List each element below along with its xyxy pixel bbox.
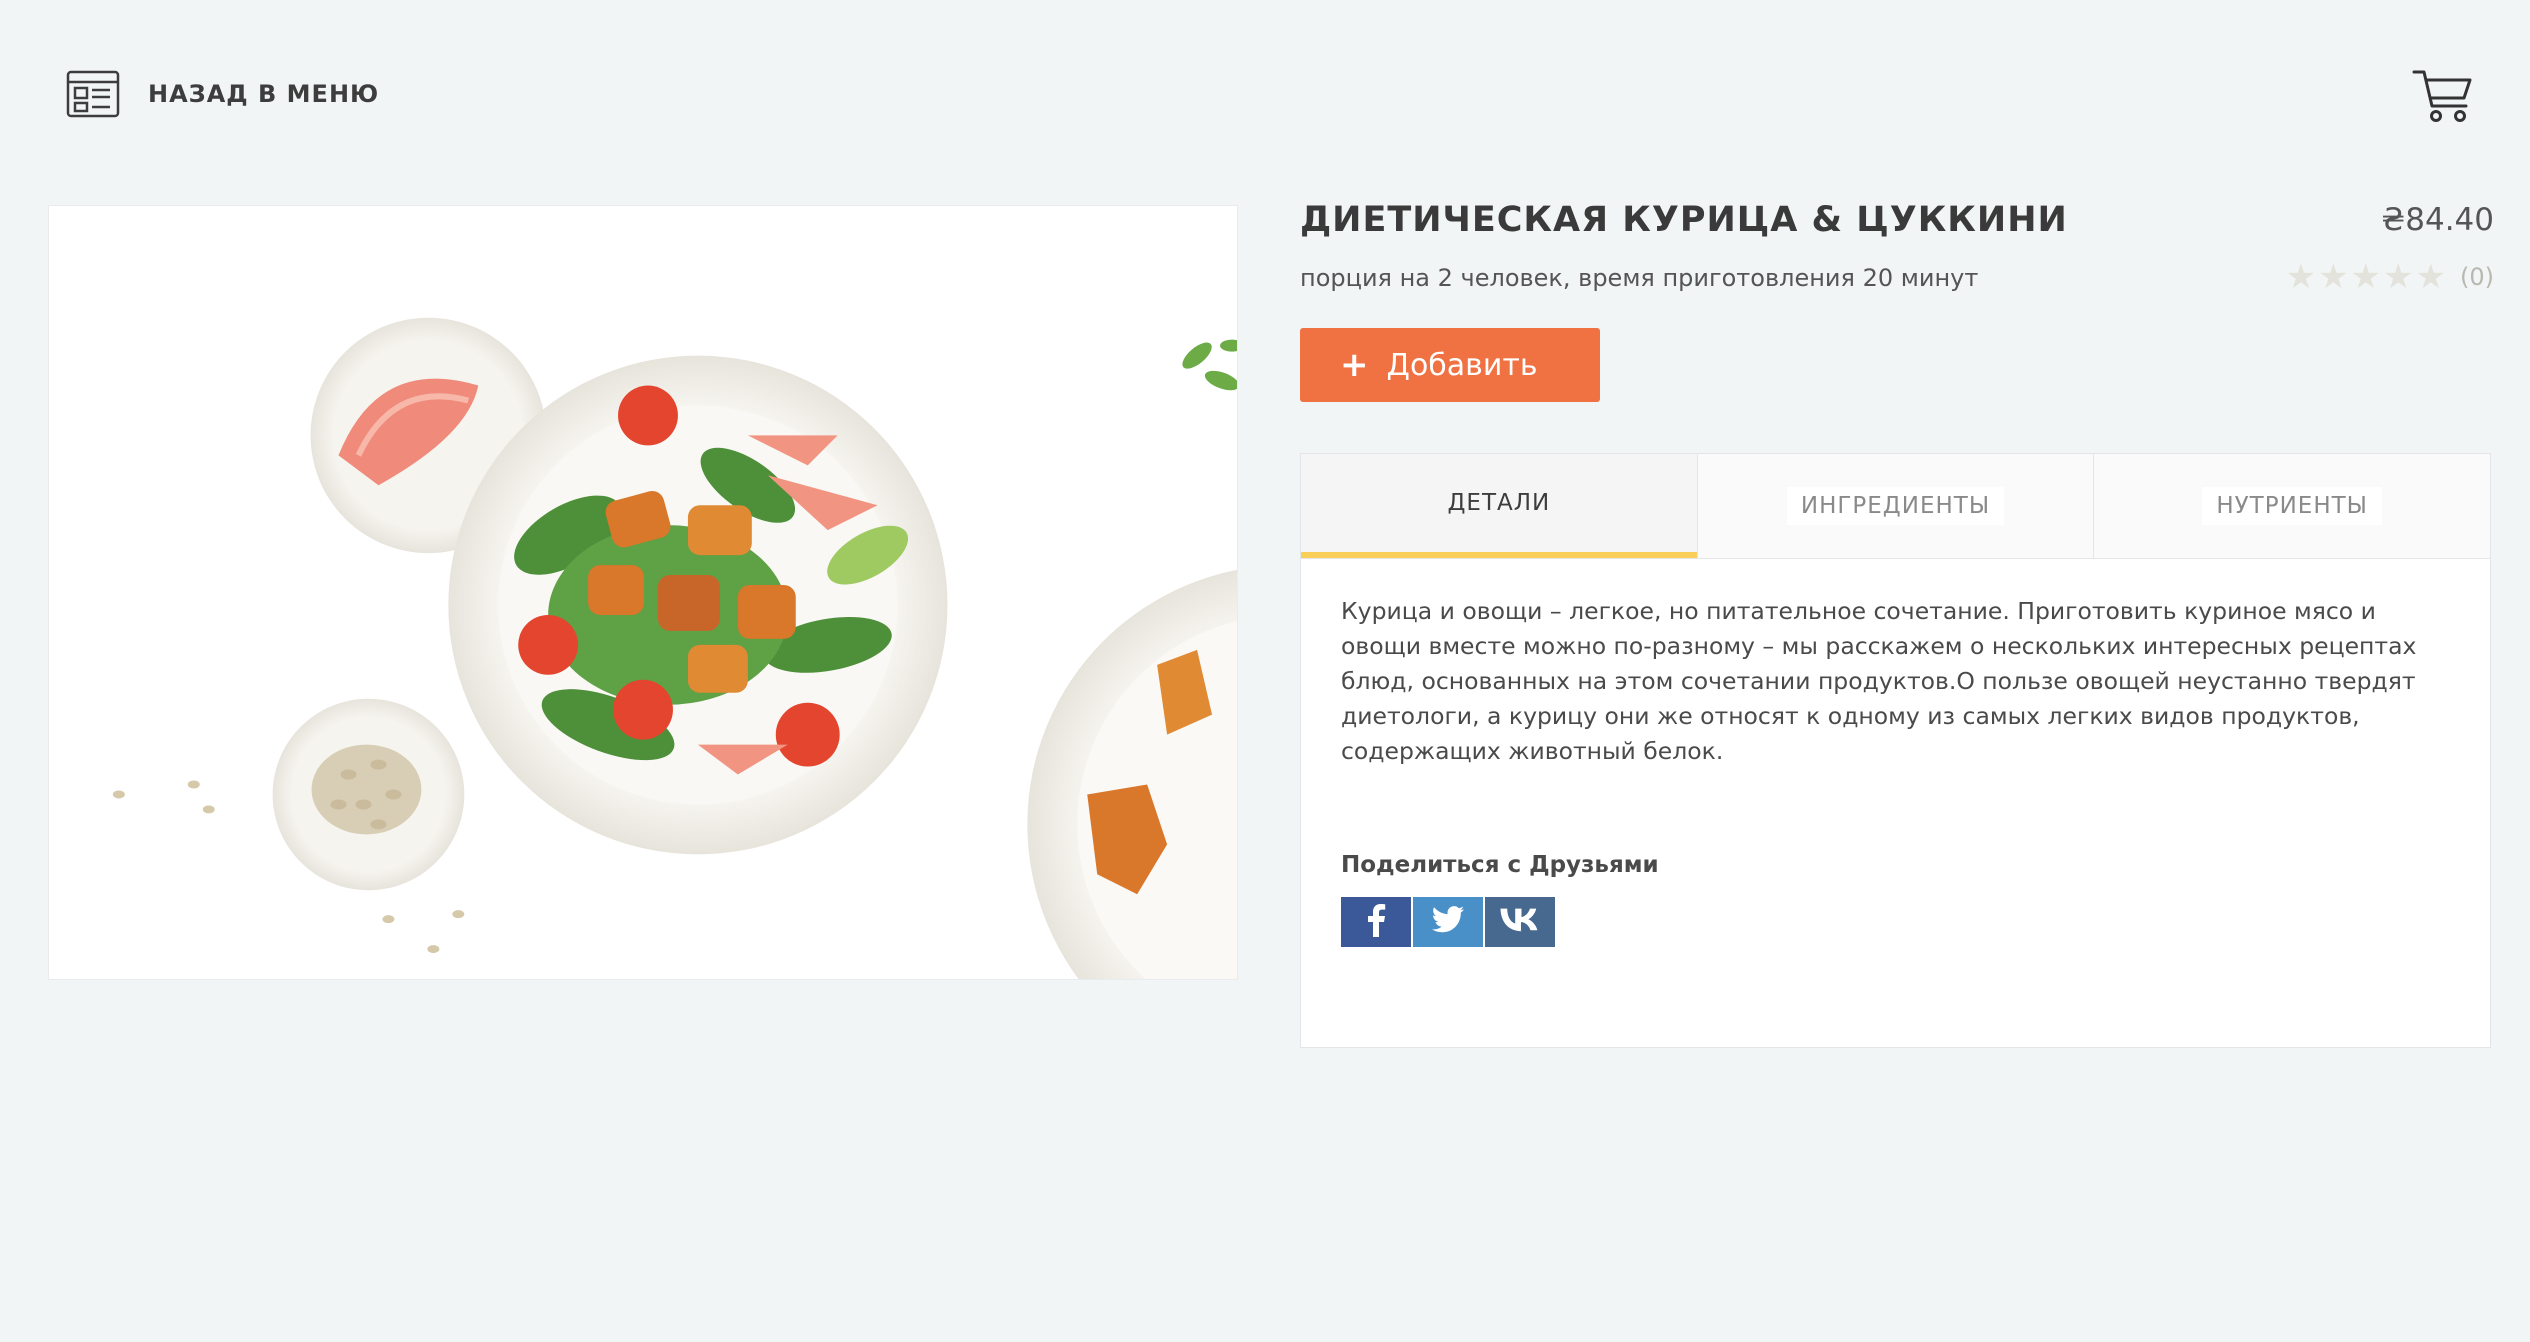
tab-nutrients-label: НУТРИЕНТЫ	[2202, 487, 2382, 525]
add-button-label: Добавить	[1386, 347, 1538, 383]
tab-details-label: ДЕТАЛИ	[1447, 490, 1551, 516]
twitter-icon	[1431, 906, 1465, 938]
product-title: ДИЕТИЧЕСКАЯ КУРИЦА & ЦУККИНИ	[1300, 200, 2068, 240]
twitter-share-button[interactable]	[1413, 897, 1483, 947]
product-info-panel: ДЕТАЛИ ИНГРЕДИЕНТЫ НУТРИЕНТЫ Курица и ов…	[1300, 453, 2491, 1048]
tab-bar: ДЕТАЛИ ИНГРЕДИЕНТЫ НУТРИЕНТЫ	[1301, 454, 2491, 559]
star-icon[interactable]: ★	[2351, 260, 2381, 294]
rating[interactable]: ★ ★ ★ ★ ★ (0)	[2284, 260, 2494, 294]
product-subtitle: порция на 2 человек, время приготовления…	[1300, 264, 1979, 292]
menu-list-icon	[66, 70, 120, 118]
product-description: Курица и овощи – легкое, но питательное …	[1341, 597, 2417, 765]
product-photo	[48, 205, 1238, 980]
facebook-icon	[1365, 903, 1387, 941]
rating-count: (0)	[2460, 263, 2494, 291]
add-to-cart-button[interactable]: + Добавить	[1300, 328, 1600, 402]
star-icon[interactable]: ★	[2318, 260, 2348, 294]
star-icon[interactable]: ★	[2416, 260, 2446, 294]
back-to-menu-label: НАЗАД В МЕНЮ	[148, 80, 380, 108]
share-buttons	[1341, 897, 1557, 947]
tab-nutrients[interactable]: НУТРИЕНТЫ	[2093, 454, 2491, 558]
top-bar: НАЗАД В МЕНЮ	[0, 0, 2530, 190]
plus-icon: +	[1340, 345, 1369, 385]
vk-share-button[interactable]	[1485, 897, 1555, 947]
tab-ingredients-label: ИНГРЕДИЕНТЫ	[1786, 487, 2005, 525]
star-icon[interactable]: ★	[2286, 260, 2316, 294]
share-title: Поделиться с Друзьями	[1341, 852, 1659, 878]
vk-icon	[1500, 908, 1540, 936]
tab-ingredients[interactable]: ИНГРЕДИЕНТЫ	[1696, 454, 2094, 558]
facebook-share-button[interactable]	[1341, 897, 1411, 947]
back-to-menu-link[interactable]: НАЗАД В МЕНЮ	[66, 70, 379, 118]
shopping-cart-icon[interactable]	[2412, 66, 2474, 126]
star-icon[interactable]: ★	[2383, 260, 2413, 294]
tab-details[interactable]: ДЕТАЛИ	[1301, 454, 1697, 558]
product-price: ₴84.40	[2381, 202, 2494, 238]
